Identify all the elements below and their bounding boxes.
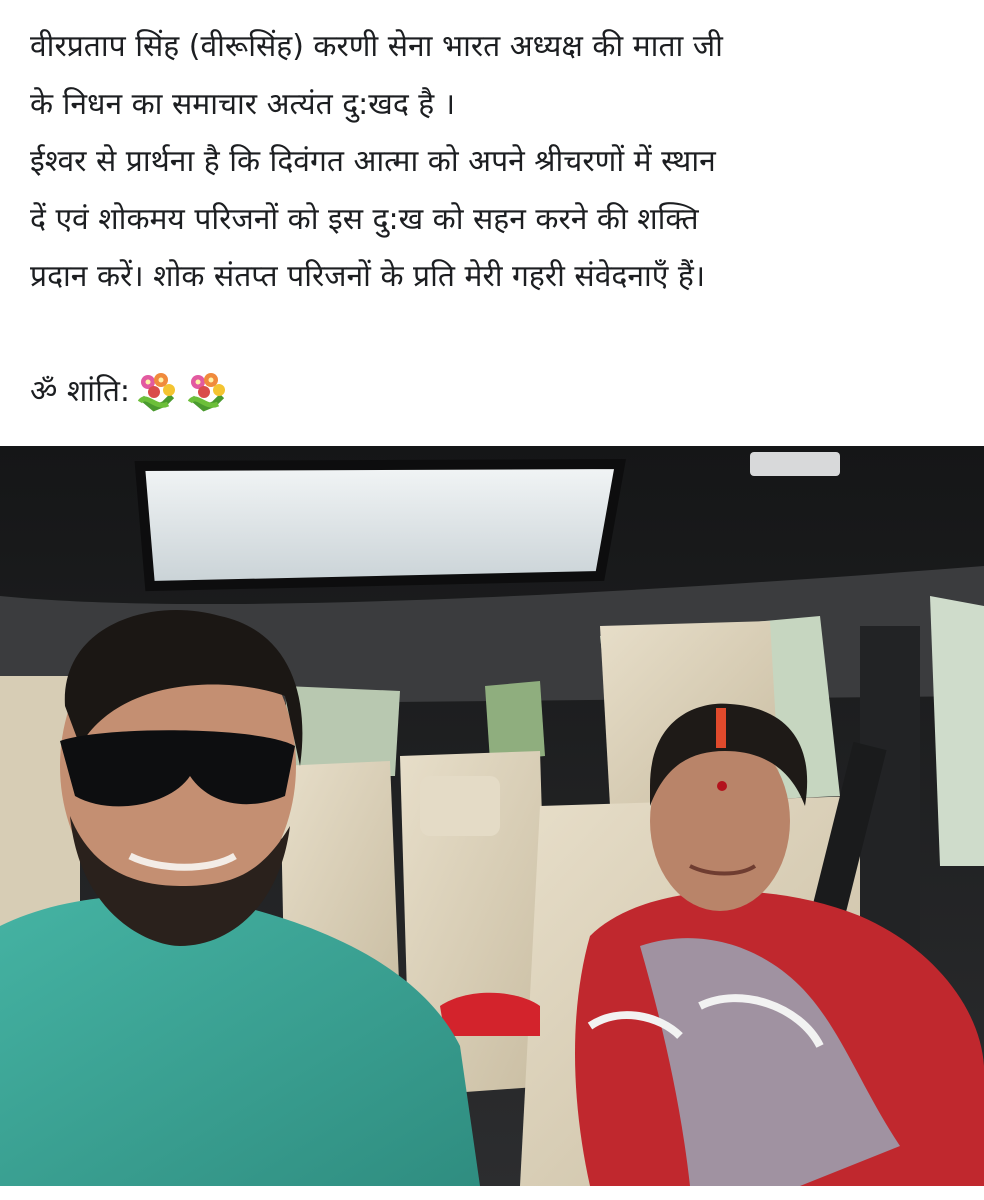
post-line-4: दें एवं शोकमय परिजनों को इस दु:ख को सहन … xyxy=(30,201,699,237)
post-text: वीरप्रताप सिंह (वीरूसिंह) करणी सेना भारत… xyxy=(30,18,960,420)
closing-line: ॐ शांति: xyxy=(30,363,960,421)
red-cap xyxy=(440,992,540,1036)
photo-bottom-border xyxy=(0,1186,984,1200)
headrest-rear xyxy=(420,776,500,836)
sindoor xyxy=(716,708,726,748)
post-line-2: के निधन का समाचार अत्यंत दु:खद है । xyxy=(30,86,456,122)
closing-text: ॐ शांति: xyxy=(30,373,131,409)
post-line-3: ईश्वर से प्रार्थना है कि दिवंगत आत्मा को… xyxy=(30,144,716,179)
rear-window-center xyxy=(485,681,545,761)
bindi xyxy=(717,781,727,791)
post-photo[interactable] xyxy=(0,446,984,1186)
sunroof xyxy=(140,464,620,586)
roof-light xyxy=(750,452,840,476)
post-line-5: प्रदान करें। शोक संतप्त परिजनों के प्रति… xyxy=(30,259,706,294)
car-selfie-illustration xyxy=(0,446,984,1186)
post-line-1: वीरप्रताप सिंह (वीरूसिंह) करणी सेना भारत… xyxy=(30,29,723,64)
bouquet-icon xyxy=(137,373,176,412)
bouquet-icon xyxy=(187,373,226,412)
